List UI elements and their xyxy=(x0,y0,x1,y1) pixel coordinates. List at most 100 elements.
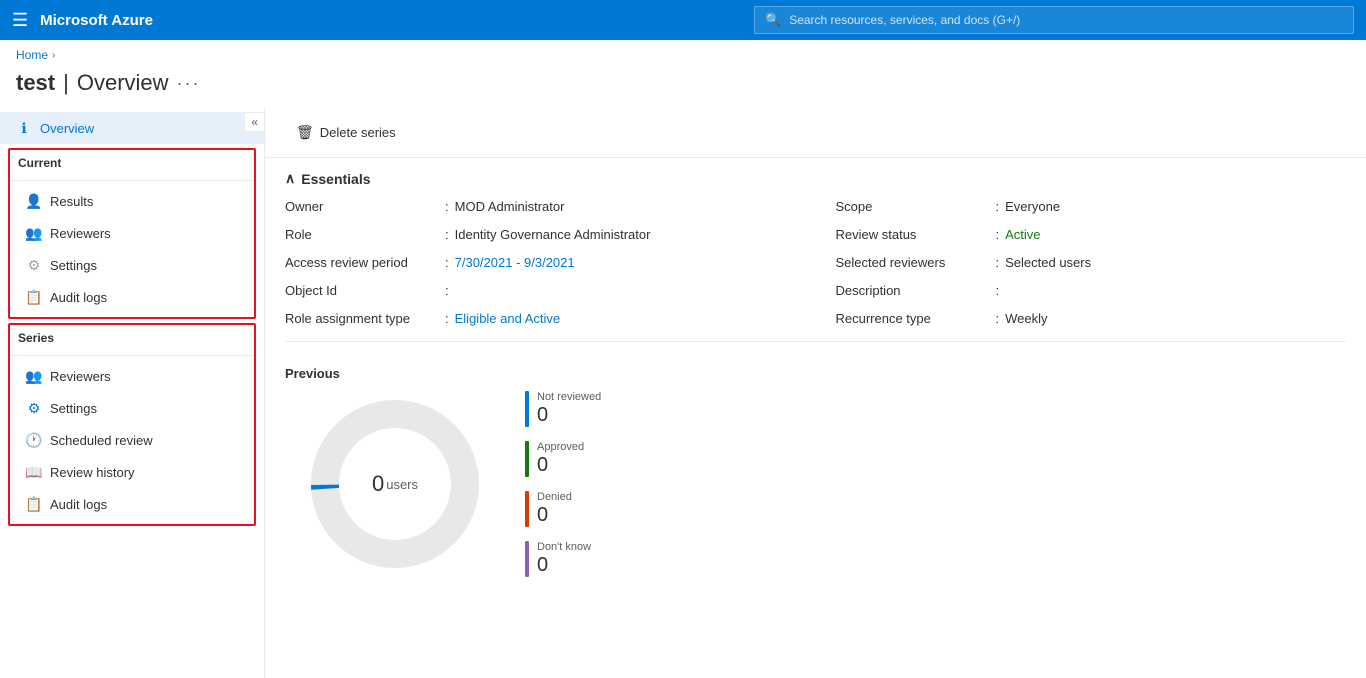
page-title-prefix: test xyxy=(16,70,55,96)
delete-icon: 🗑 xyxy=(296,124,314,141)
donut-label: 0 users xyxy=(372,471,418,497)
essentials-val-selected-reviewers: Selected users xyxy=(1005,255,1091,270)
essentials-val-owner: MOD Administrator xyxy=(455,199,565,214)
breadcrumb-separator: › xyxy=(52,50,55,61)
essentials-key-selected-reviewers: Selected reviewers xyxy=(836,255,996,270)
breadcrumb-home[interactable]: Home xyxy=(16,48,48,62)
essentials-chevron-icon: ∧ xyxy=(285,170,295,187)
sidebar-item-overview[interactable]: ℹ Overview xyxy=(0,112,264,144)
legend-content-not-reviewed: Not reviewed 0 xyxy=(537,391,601,425)
sidebar-item-reviewers-series[interactable]: 👥 Reviewers xyxy=(10,360,254,392)
legend-value-dont-know: 0 xyxy=(537,555,591,575)
sidebar-item-reviewers-current[interactable]: 👥 Reviewers xyxy=(10,217,254,249)
current-section-label: Current xyxy=(10,154,254,176)
sidebar-item-settings-series[interactable]: ⚙ Settings xyxy=(10,392,254,424)
gear-icon-current: ⚙ xyxy=(26,257,42,273)
legend-label-approved: Approved xyxy=(537,441,584,453)
essentials-key-review-status: Review status xyxy=(836,227,996,242)
breadcrumb: Home › xyxy=(0,40,1366,66)
gear-icon-series: ⚙ xyxy=(26,400,42,416)
essentials-row-selected-reviewers: Selected reviewers : Selected users xyxy=(836,255,1347,277)
essentials-row-description: Description : xyxy=(836,283,1347,305)
legend-bar-approved xyxy=(525,441,529,477)
essentials-key-scope: Scope xyxy=(836,199,996,214)
sidebar-item-reviewers-series-label: Reviewers xyxy=(50,369,111,384)
sidebar-item-results-label: Results xyxy=(50,194,93,209)
essentials-row-owner: Owner : MOD Administrator xyxy=(285,199,796,221)
essentials-val-review-status: Active xyxy=(1005,227,1040,242)
legend-value-approved: 0 xyxy=(537,455,584,475)
sidebar-item-results[interactable]: 👤 Results xyxy=(10,185,254,217)
sidebar-current-section: Current 👤 Results 👥 Reviewers ⚙ Settings… xyxy=(8,148,256,319)
sidebar-item-audit-logs-current[interactable]: 📋 Audit logs xyxy=(10,281,254,313)
essentials-right-col: Scope : Everyone Review status : Active … xyxy=(836,199,1347,333)
essentials-left-col: Owner : MOD Administrator Role : Identit… xyxy=(285,199,796,333)
essentials-header[interactable]: ∧ Essentials xyxy=(285,170,1346,187)
hamburger-icon[interactable]: ☰ xyxy=(12,10,28,31)
legend-bar-not-reviewed xyxy=(525,391,529,427)
essentials-divider xyxy=(285,341,1346,342)
essentials-row-review-status: Review status : Active xyxy=(836,227,1347,249)
divider2 xyxy=(10,355,254,356)
essentials-key-owner: Owner xyxy=(285,199,445,214)
essentials-row-object-id: Object Id : xyxy=(285,283,796,305)
sidebar-item-review-history-text: Review history xyxy=(50,465,135,480)
essentials-key-role-assignment-type: Role assignment type xyxy=(285,311,445,326)
content-area: 🗑 Delete series ∧ Essentials Owner : xyxy=(265,108,1366,678)
sidebar-item-settings-series-label: Settings xyxy=(50,401,97,416)
sidebar-item-scheduled-review[interactable]: 🕐 Scheduled review xyxy=(10,424,254,456)
series-section-label: Series xyxy=(10,329,254,351)
brand-name: Microsoft Azure xyxy=(40,12,153,29)
global-search[interactable]: 🔍 Search resources, services, and docs (… xyxy=(754,6,1354,34)
legend-label-denied: Denied xyxy=(537,491,572,503)
essentials-val-role-assignment-type[interactable]: Eligible and Active xyxy=(455,311,561,326)
divider xyxy=(10,180,254,181)
page-wrapper: Home › test | Overview ··· « ℹ Overview … xyxy=(0,40,1366,678)
legend-label-not-reviewed: Not reviewed xyxy=(537,391,601,403)
legend-value-not-reviewed: 0 xyxy=(537,405,601,425)
essentials-key-description: Description xyxy=(836,283,996,298)
sidebar: « ℹ Overview Current 👤 Results 👥 Reviewe… xyxy=(0,108,265,678)
sidebar-item-review-history[interactable]: 📖 Previous Review history xyxy=(10,456,254,488)
sidebar-item-audit-logs-current-label: Audit logs xyxy=(50,290,107,305)
essentials-key-role: Role xyxy=(285,227,445,242)
chart-legend: Not reviewed 0 Approved 0 xyxy=(525,391,601,577)
people-icon: 👥 xyxy=(26,225,42,241)
topnav: ☰ Microsoft Azure 🔍 Search resources, se… xyxy=(0,0,1366,40)
chart-container: 0 users Not reviewed 0 xyxy=(285,391,1346,577)
person-icon: 👤 xyxy=(26,193,42,209)
sidebar-item-overview-label: Overview xyxy=(40,121,94,136)
donut-center-text: users xyxy=(386,477,418,492)
essentials-grid: Owner : MOD Administrator Role : Identit… xyxy=(285,199,1346,333)
page-more-options[interactable]: ··· xyxy=(177,73,201,94)
sidebar-item-reviewers-current-label: Reviewers xyxy=(50,226,111,241)
sidebar-collapse-button[interactable]: « xyxy=(244,112,265,132)
legend-content-denied: Denied 0 xyxy=(537,491,572,525)
essentials-val-access-review-period[interactable]: 7/30/2021 - 9/3/2021 xyxy=(455,255,575,270)
essentials-row-recurrence-type: Recurrence type : Weekly xyxy=(836,311,1347,333)
essentials-row-access-review-period: Access review period : 7/30/2021 - 9/3/2… xyxy=(285,255,796,277)
main-layout: « ℹ Overview Current 👤 Results 👥 Reviewe… xyxy=(0,108,1366,678)
note-icon-series: 📋 xyxy=(26,496,42,512)
page-title-main: Overview xyxy=(77,70,169,96)
content-toolbar: 🗑 Delete series xyxy=(265,108,1366,158)
delete-series-button[interactable]: 🗑 Delete series xyxy=(285,118,407,147)
donut-chart: 0 users xyxy=(305,394,485,574)
legend-item-denied: Denied 0 xyxy=(525,491,601,527)
search-placeholder: Search resources, services, and docs (G+… xyxy=(789,13,1020,27)
essentials-key-object-id: Object Id xyxy=(285,283,445,298)
previous-label: Previous xyxy=(285,366,1346,381)
sidebar-item-audit-logs-series[interactable]: 📋 Audit logs xyxy=(10,488,254,520)
essentials-key-recurrence-type: Recurrence type xyxy=(836,311,996,326)
sidebar-item-scheduled-review-label: Scheduled review xyxy=(50,433,153,448)
legend-bar-dont-know xyxy=(525,541,529,577)
sidebar-item-audit-logs-series-label: Audit logs xyxy=(50,497,107,512)
sidebar-item-settings-current-label: Settings xyxy=(50,258,97,273)
essentials-val-scope: Everyone xyxy=(1005,199,1060,214)
legend-value-denied: 0 xyxy=(537,505,572,525)
legend-item-approved: Approved 0 xyxy=(525,441,601,477)
legend-label-dont-know: Don't know xyxy=(537,541,591,553)
legend-content-dont-know: Don't know 0 xyxy=(537,541,591,575)
sidebar-item-settings-current[interactable]: ⚙ Settings xyxy=(10,249,254,281)
clock-icon: 🕐 xyxy=(26,432,42,448)
